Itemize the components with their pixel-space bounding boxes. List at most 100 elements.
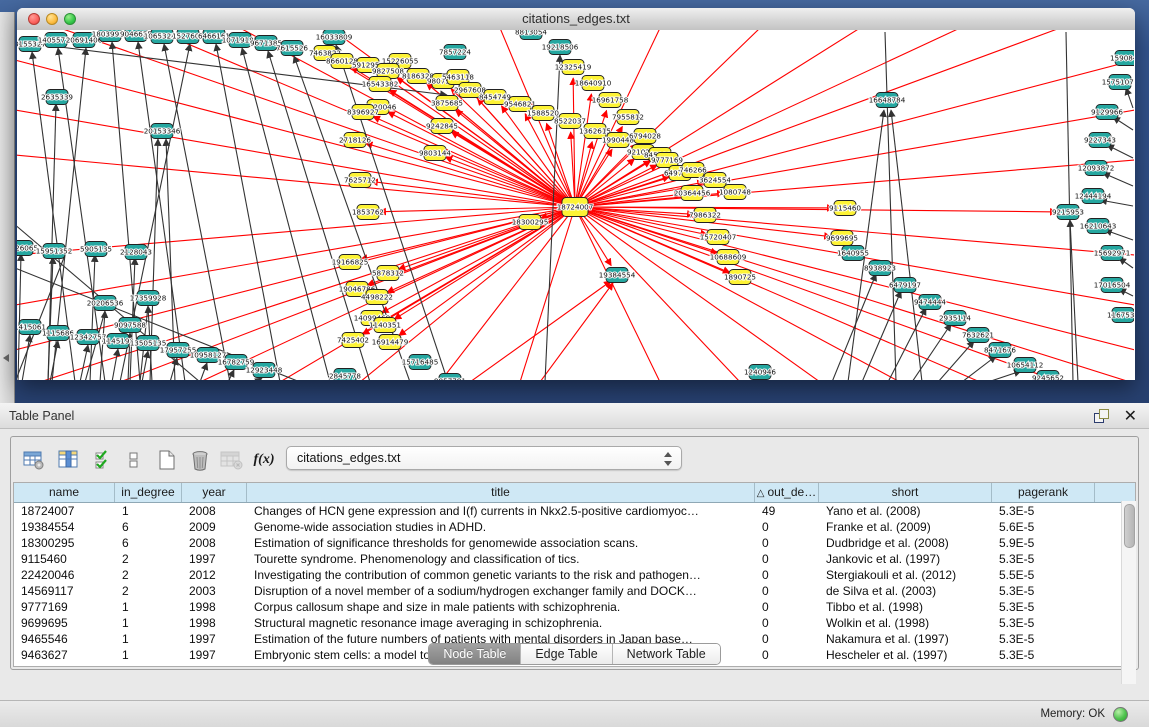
- column-header-out_de[interactable]: △out_de…: [755, 483, 819, 502]
- graph-node[interactable]: 10654112: [1007, 358, 1044, 373]
- graph-node[interactable]: 16033809: [316, 30, 353, 45]
- graph-node[interactable]: 5905135: [80, 242, 112, 257]
- graph-node[interactable]: 2718126: [339, 133, 371, 148]
- splitter-collapse-icon[interactable]: [3, 354, 9, 362]
- memory-status-icon[interactable]: [1113, 707, 1128, 722]
- graph-node[interactable]: 17359928: [130, 291, 167, 306]
- graph-node[interactable]: 18724007: [557, 198, 594, 217]
- graph-node[interactable]: 12342757: [70, 330, 107, 345]
- graph-node[interactable]: 5878312: [372, 266, 404, 281]
- graph-node[interactable]: 10688609: [710, 250, 747, 265]
- window-titlebar[interactable]: citations_edges.txt: [17, 8, 1135, 31]
- tab-network-table[interactable]: Network Table: [613, 644, 720, 664]
- table-row[interactable]: 2242004622012Investigating the contribut…: [14, 567, 1135, 583]
- graph-node[interactable]: 9215953: [1052, 205, 1084, 220]
- create-column-button[interactable]: [154, 447, 180, 473]
- column-header-short[interactable]: short: [819, 483, 992, 502]
- graph-node[interactable]: 1240946: [744, 365, 776, 380]
- column-header-year[interactable]: year: [182, 483, 247, 502]
- graph-node[interactable]: 12093872: [1078, 161, 1115, 176]
- table-row[interactable]: 1938455462009Genome-wide association stu…: [14, 519, 1135, 535]
- graph-node-label: 9215953: [1052, 207, 1084, 216]
- graph-node[interactable]: 15751074: [1102, 75, 1134, 90]
- column-header-name[interactable]: name: [14, 483, 115, 502]
- graph-node[interactable]: 7955812: [612, 110, 644, 125]
- graph-node[interactable]: 9699695: [826, 231, 858, 246]
- graph-node[interactable]: 8813054: [515, 30, 547, 40]
- column-header-pagerank[interactable]: pagerank: [992, 483, 1095, 502]
- table-mode-button[interactable]: [21, 447, 47, 473]
- table-row[interactable]: 977716911998Corpus callosum shape and si…: [14, 599, 1135, 615]
- column-header-title[interactable]: title: [247, 483, 755, 502]
- column-header-in_degree[interactable]: in_degree: [115, 483, 182, 502]
- delete-column-button[interactable]: [187, 447, 213, 473]
- table-select-dropdown[interactable]: citations_edges.txt: [286, 446, 682, 470]
- graph-node[interactable]: 16648784: [869, 93, 906, 108]
- graph-node[interactable]: 16543382: [362, 77, 399, 92]
- network-canvas[interactable]: 3155327140557172069140618039921904665510…: [17, 30, 1135, 380]
- graph-node[interactable]: 1167533: [1107, 308, 1134, 323]
- row-height-button[interactable]: [121, 447, 147, 473]
- graph-node[interactable]: 9097588: [114, 318, 146, 333]
- graph-node[interactable]: 8471676: [984, 343, 1016, 358]
- table-row[interactable]: 1456911722003Disruption of a novel membe…: [14, 583, 1135, 599]
- tab-edge-table[interactable]: Edge Table: [521, 644, 612, 664]
- graph-node[interactable]: 1890725: [724, 270, 756, 285]
- graph-node[interactable]: 15716485: [402, 355, 439, 370]
- table-cell: 0: [755, 551, 819, 567]
- float-window-icon[interactable]: [1094, 409, 1109, 423]
- graph-node[interactable]: 9245652: [1032, 371, 1064, 381]
- graph-node[interactable]: 15692971: [1094, 246, 1131, 261]
- show-columns-button[interactable]: [56, 447, 82, 473]
- graph-node[interactable]: 19384554: [599, 268, 636, 283]
- graph-node[interactable]: 12923448: [246, 363, 283, 378]
- function-builder-button[interactable]: f(x): [251, 447, 277, 473]
- graph-node[interactable]: 16210643: [1080, 219, 1117, 234]
- table-cell: 0: [755, 519, 819, 535]
- graph-node[interactable]: 7632621: [962, 328, 994, 343]
- graph-node[interactable]: 9115460: [829, 201, 861, 216]
- graph-node[interactable]: 7625712: [344, 173, 376, 188]
- graph-node[interactable]: 9227343: [1084, 133, 1116, 148]
- table-cell: 49: [755, 503, 819, 519]
- table-panel: Table Panel ✕: [0, 403, 1149, 727]
- graph-node[interactable]: 7615526: [276, 41, 308, 56]
- table-body: 1872400712008Changes of HCN gene express…: [14, 503, 1135, 663]
- graph-node[interactable]: 18640910: [575, 76, 612, 91]
- graph-node[interactable]: 7857224: [439, 45, 471, 60]
- table-row[interactable]: 1830029562008Estimation of significance …: [14, 535, 1135, 551]
- graph-node-label: 7955812: [612, 112, 644, 121]
- close-panel-icon[interactable]: ✕: [1124, 406, 1137, 426]
- graph-node[interactable]: 12325419: [555, 60, 592, 75]
- graph-node[interactable]: 4498222: [361, 290, 393, 305]
- graph-node[interactable]: 1080748: [719, 185, 751, 200]
- tab-node-table[interactable]: Node Table: [429, 644, 521, 664]
- graph-node[interactable]: 20206536: [87, 296, 124, 311]
- graph-node[interactable]: 1853762: [352, 205, 384, 220]
- graph-node[interactable]: 1140351: [369, 318, 401, 333]
- graph-node[interactable]: 1590842: [1110, 51, 1134, 66]
- graph-node[interactable]: 8938923: [864, 261, 896, 276]
- scrollbar-thumb[interactable]: [1124, 504, 1135, 548]
- graph-node[interactable]: 2128043: [120, 245, 152, 260]
- graph-node[interactable]: 9474444: [914, 295, 946, 310]
- table-cell: 5.3E-5: [992, 583, 1095, 599]
- graph-node[interactable]: 9803144: [419, 146, 451, 161]
- graph-node[interactable]: 20153346: [144, 124, 181, 139]
- table-row[interactable]: 969969511998Structural magnetic resonanc…: [14, 615, 1135, 631]
- left-splitter-strip[interactable]: [0, 12, 15, 403]
- graph-node[interactable]: 19218506: [542, 40, 579, 55]
- graph-node[interactable]: 15951352: [36, 244, 73, 259]
- graph-node[interactable]: 3875685: [431, 96, 463, 111]
- table-row[interactable]: 911546021997Tourette syndrome. Phenomeno…: [14, 551, 1135, 567]
- select-columns-button[interactable]: [91, 447, 117, 473]
- graph-node[interactable]: 15720407: [700, 230, 737, 245]
- graph-node-label: 9227343: [1084, 135, 1116, 144]
- table-row[interactable]: 1872400712008Changes of HCN gene express…: [14, 503, 1135, 519]
- delete-table-button[interactable]: [219, 447, 245, 473]
- graph-node[interactable]: 17016504: [1094, 278, 1131, 293]
- graph-node[interactable]: 6479197: [889, 278, 921, 293]
- graph-node[interactable]: 2845778: [329, 369, 361, 381]
- graph-node[interactable]: 9857791: [434, 374, 466, 381]
- graph-node[interactable]: 2635339: [41, 90, 73, 105]
